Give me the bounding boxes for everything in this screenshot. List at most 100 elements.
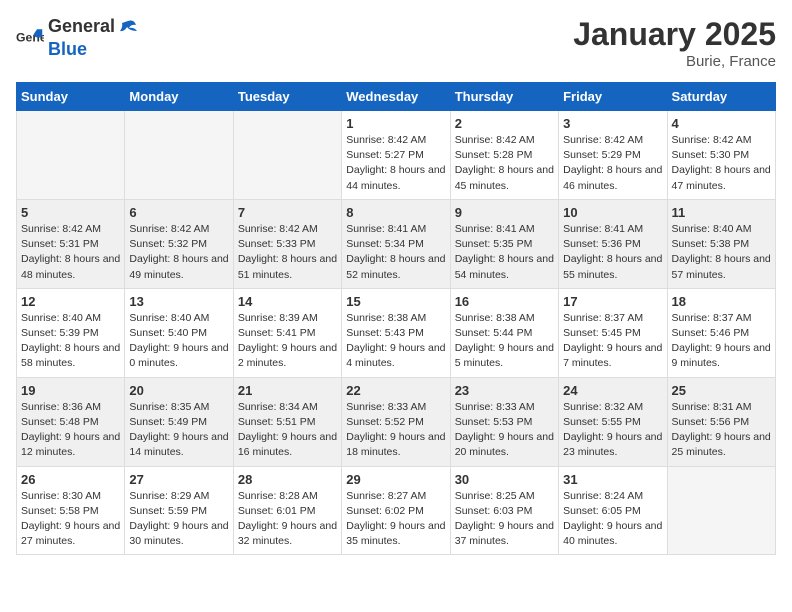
day-content: Sunrise: 8:32 AM Sunset: 5:55 PM Daylight:… xyxy=(563,400,662,461)
day-number: 11 xyxy=(672,205,771,220)
day-content: Sunrise: 8:40 AMSunset: 5:38 PMDaylight:… xyxy=(672,222,771,283)
day-number: 27 xyxy=(129,472,228,487)
day-number: 22 xyxy=(346,383,445,398)
calendar-cell xyxy=(233,111,341,200)
sunrise-text: Sunrise: 8:24 AM xyxy=(563,490,643,502)
sunset-text: Sunset: 5:38 PM xyxy=(672,238,750,250)
calendar-cell: 23 Sunrise: 8:33 AM Sunset: 5:53 PM Dayligh… xyxy=(450,377,558,466)
calendar-cell: 25Sunrise: 8:31 AMSunset: 5:56 PMDayligh… xyxy=(667,377,775,466)
day-content: Sunrise: 8:40 AM Sunset: 5:39 PM Daylight:… xyxy=(21,311,120,372)
day-content: Sunrise: 8:42 AMSunset: 5:27 PMDaylight:… xyxy=(346,133,445,194)
sunset-text: Sunset: 5:34 PM xyxy=(346,238,424,250)
day-number: 30 xyxy=(455,472,554,487)
day-number: 2 xyxy=(455,116,554,131)
sunset-text: Sunset: 5:59 PM xyxy=(129,505,207,517)
sunrise-text: Sunrise: 8:37 AM xyxy=(563,312,643,324)
day-number: 26 xyxy=(21,472,120,487)
daylight-text: Daylight: 8 hours and 58 minutes. xyxy=(21,342,120,369)
calendar-cell: 9Sunrise: 8:41 AMSunset: 5:35 PMDaylight… xyxy=(450,199,558,288)
sunset-text: Sunset: 6:01 PM xyxy=(238,505,316,517)
sunrise-text: Sunrise: 8:28 AM xyxy=(238,490,318,502)
day-content: Sunrise: 8:42 AMSunset: 5:30 PMDaylight:… xyxy=(672,133,771,194)
calendar-cell: 31Sunrise: 8:24 AMSunset: 6:05 PMDayligh… xyxy=(559,466,667,555)
calendar-cell: 24Sunrise: 8:32 AMSunset: 5:55 PMDayligh… xyxy=(559,377,667,466)
day-content: Sunrise: 8:36 AMSunset: 5:48 PMDaylight:… xyxy=(21,400,120,461)
day-content: Sunrise: 8:42 AM Sunset: 5:28 PM Daylight:… xyxy=(455,133,554,194)
calendar-week-4: 19Sunrise: 8:36 AMSunset: 5:48 PMDayligh… xyxy=(17,377,776,466)
header-thursday: Thursday xyxy=(450,83,558,111)
sunset-text: Sunset: 5:55 PM xyxy=(563,416,641,428)
calendar-cell xyxy=(125,111,233,200)
sunrise-text: Sunrise: 8:42 AM xyxy=(346,134,426,146)
day-number: 23 xyxy=(455,383,554,398)
weekday-header-row: Sunday Monday Tuesday Wednesday Thursday… xyxy=(17,83,776,111)
sunrise-text: Sunrise: 8:36 AM xyxy=(21,401,101,413)
daylight-text: Daylight: 8 hours and 45 minutes. xyxy=(455,164,554,191)
header-sunday: Sunday xyxy=(17,83,125,111)
daylight-text: Daylight: 8 hours and 47 minutes. xyxy=(672,164,771,191)
daylight-text: Daylight: 9 hours and 9 minutes. xyxy=(672,342,771,369)
daylight-text: Daylight: 8 hours and 52 minutes. xyxy=(346,253,445,280)
calendar-cell: 6Sunrise: 8:42 AMSunset: 5:32 PMDaylight… xyxy=(125,199,233,288)
sunset-text: Sunset: 5:58 PM xyxy=(21,505,99,517)
sunrise-text: Sunrise: 8:41 AM xyxy=(455,223,535,235)
logo-text: General xyxy=(48,16,115,36)
day-content: Sunrise: 8:41 AMSunset: 5:36 PMDaylight:… xyxy=(563,222,662,283)
sunrise-text: Sunrise: 8:27 AM xyxy=(346,490,426,502)
day-content: Sunrise: 8:27 AMSunset: 6:02 PMDaylight:… xyxy=(346,489,445,550)
calendar-cell: 10Sunrise: 8:41 AMSunset: 5:36 PMDayligh… xyxy=(559,199,667,288)
day-content: Sunrise: 8:30 AMSunset: 5:58 PMDaylight:… xyxy=(21,489,120,550)
calendar-cell: 16Sunrise: 8:38 AMSunset: 5:44 PMDayligh… xyxy=(450,288,558,377)
day-number: 25 xyxy=(672,383,771,398)
calendar-cell: 15Sunrise: 8:38 AMSunset: 5:43 PMDayligh… xyxy=(342,288,450,377)
day-content: Sunrise: 8:38 AMSunset: 5:44 PMDaylight:… xyxy=(455,311,554,372)
sunset-text: Sunset: 5:39 PM xyxy=(21,327,99,339)
daylight-text: Daylight: 9 hours and 2 minutes. xyxy=(238,342,337,369)
calendar-cell: 7Sunrise: 8:42 AMSunset: 5:33 PMDaylight… xyxy=(233,199,341,288)
sunset-text: Sunset: 5:53 PM xyxy=(455,416,533,428)
day-content: Sunrise: 8:37 AMSunset: 5:46 PMDaylight:… xyxy=(672,311,771,372)
month-year-title: January 2025 xyxy=(573,16,776,53)
daylight-text: Daylight: 9 hours and 0 minutes. xyxy=(129,342,228,369)
day-number: 10 xyxy=(563,205,662,220)
logo-blue-text: Blue xyxy=(48,39,87,59)
title-block: January 2025 Burie, France xyxy=(573,16,776,70)
sunset-text: Sunset: 5:48 PM xyxy=(21,416,99,428)
calendar-week-2: 5Sunrise: 8:42 AMSunset: 5:31 PMDaylight… xyxy=(17,199,776,288)
day-number: 21 xyxy=(238,383,337,398)
calendar-cell: 18Sunrise: 8:37 AMSunset: 5:46 PMDayligh… xyxy=(667,288,775,377)
sunrise-text: Sunrise: 8:42 AM xyxy=(455,134,535,146)
calendar-cell: 29Sunrise: 8:27 AMSunset: 6:02 PMDayligh… xyxy=(342,466,450,555)
sunrise-text: Sunrise: 8:35 AM xyxy=(129,401,209,413)
header-saturday: Saturday xyxy=(667,83,775,111)
sunset-text: Sunset: 5:28 PM xyxy=(455,149,533,161)
calendar-cell: 22Sunrise: 8:33 AMSunset: 5:52 PMDayligh… xyxy=(342,377,450,466)
logo-icon: General xyxy=(16,24,44,52)
sunrise-text: Sunrise: 8:32 AM xyxy=(563,401,643,413)
header-monday: Monday xyxy=(125,83,233,111)
daylight-text: Daylight: 9 hours and 23 minutes. xyxy=(563,431,662,458)
sunset-text: Sunset: 5:33 PM xyxy=(238,238,316,250)
daylight-text: Daylight: 9 hours and 16 minutes. xyxy=(238,431,337,458)
sunrise-text: Sunrise: 8:33 AM xyxy=(455,401,535,413)
calendar-cell: 8Sunrise: 8:41 AMSunset: 5:34 PMDaylight… xyxy=(342,199,450,288)
daylight-text: Daylight: 9 hours and 37 minutes. xyxy=(455,520,554,547)
daylight-text: Daylight: 9 hours and 20 minutes. xyxy=(455,431,554,458)
calendar-cell: 30Sunrise: 8:25 AMSunset: 6:03 PMDayligh… xyxy=(450,466,558,555)
daylight-text: Daylight: 9 hours and 5 minutes. xyxy=(455,342,554,369)
sunset-text: Sunset: 5:32 PM xyxy=(129,238,207,250)
sunrise-text: Sunrise: 8:40 AM xyxy=(21,312,101,324)
day-content: Sunrise: 8:39 AMSunset: 5:41 PMDaylight:… xyxy=(238,311,337,372)
calendar-cell: 12Sunrise: 8:40 AMSunset: 5:39 PMDayligh… xyxy=(17,288,125,377)
daylight-text: Daylight: 9 hours and 30 minutes. xyxy=(129,520,228,547)
sunrise-text: Sunrise: 8:42 AM xyxy=(21,223,101,235)
sunset-text: Sunset: 5:31 PM xyxy=(21,238,99,250)
sunset-text: Sunset: 5:41 PM xyxy=(238,327,316,339)
sunset-text: Sunset: 5:36 PM xyxy=(563,238,641,250)
calendar-cell: 4Sunrise: 8:42 AMSunset: 5:30 PMDaylight… xyxy=(667,111,775,200)
day-number: 31 xyxy=(563,472,662,487)
sunset-text: Sunset: 5:52 PM xyxy=(346,416,424,428)
sunrise-text: Sunrise: 8:41 AM xyxy=(563,223,643,235)
calendar-cell: 1Sunrise: 8:42 AMSunset: 5:27 PMDaylight… xyxy=(342,111,450,200)
daylight-text: Daylight: 9 hours and 40 minutes. xyxy=(563,520,662,547)
